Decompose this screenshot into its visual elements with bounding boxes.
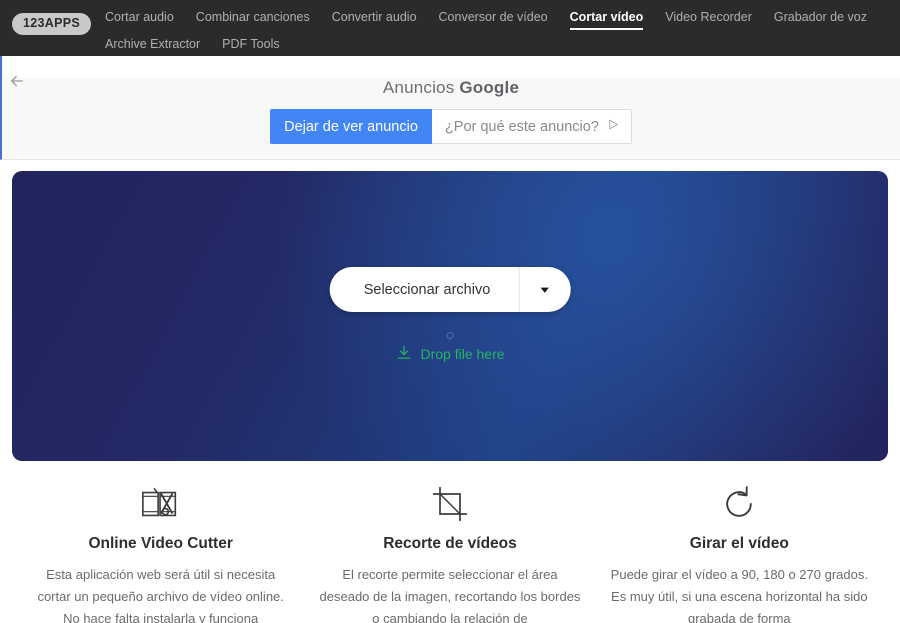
nav-item-convertir-audio[interactable]: Convertir audio xyxy=(332,10,417,30)
chevron-down-icon[interactable] xyxy=(518,267,570,312)
feature-title: Recorte de vídeos xyxy=(383,535,517,552)
feature-title: Girar el vídeo xyxy=(689,535,789,552)
feature-description: Esta aplicación web será útil si necesit… xyxy=(37,567,284,623)
rotate-icon xyxy=(609,483,870,525)
nav-item-archive-extractor[interactable]: Archive Extractor xyxy=(105,37,200,55)
file-dropzone[interactable]: Seleccionar archivo Drop file here xyxy=(12,171,888,461)
feature-description: Puede girar el vídeo a 90, 180 o 270 gra… xyxy=(610,567,868,623)
nav-item-conversor-de-video[interactable]: Conversor de vídeo xyxy=(439,10,548,30)
nav-item-video-recorder[interactable]: Video Recorder xyxy=(665,10,752,30)
ad-buttons-row: Dejar de ver anuncio ¿Por qué este anunc… xyxy=(2,109,900,144)
feature-girar-el-video: Girar el vídeo Puede girar el vídeo a 90… xyxy=(595,483,884,623)
nav-item-cortar-audio[interactable]: Cortar audio xyxy=(105,10,174,30)
feature-online-video-cutter: Online Video Cutter Esta aplicación web … xyxy=(16,483,305,623)
why-this-ad-button[interactable]: ¿Por qué este anuncio? xyxy=(431,109,632,144)
features-section: Online Video Cutter Esta aplicación web … xyxy=(0,461,900,623)
nav-item-pdf-tools[interactable]: PDF Tools xyxy=(222,37,279,55)
dropzone-indicator-dot xyxy=(446,332,454,339)
ad-content: Anuncios Google Dejar de ver anuncio ¿Po… xyxy=(2,66,900,144)
stop-seeing-ad-button[interactable]: Dejar de ver anuncio xyxy=(270,109,432,144)
nav-item-combinar-canciones[interactable]: Combinar canciones xyxy=(196,10,310,30)
feature-description: El recorte permite seleccionar el área d… xyxy=(319,567,581,623)
nav-item-grabador-de-voz[interactable]: Grabador de voz xyxy=(774,10,867,30)
brand-logo[interactable]: 123APPS xyxy=(12,13,91,35)
download-icon xyxy=(395,344,412,364)
drop-file-hint: Drop file here xyxy=(395,344,505,364)
film-scissors-icon xyxy=(30,483,291,525)
nav-item-cortar-video[interactable]: Cortar vídeo xyxy=(569,10,644,30)
arrow-left-icon[interactable] xyxy=(8,72,26,90)
drop-file-label: Drop file here xyxy=(420,346,505,362)
select-file-label: Seleccionar archivo xyxy=(363,281,491,298)
hero-section: Seleccionar archivo Drop file here xyxy=(0,160,900,461)
crop-icon xyxy=(319,483,580,525)
ad-info-icon xyxy=(607,118,620,135)
google-ad-block: Anuncios Google Dejar de ver anuncio ¿Po… xyxy=(0,56,900,160)
ad-title-prefix: Anuncios xyxy=(382,78,460,97)
why-this-ad-label: ¿Por qué este anuncio? xyxy=(444,118,599,135)
nav-items-container: Cortar audio Combinar canciones Converti… xyxy=(105,10,895,55)
feature-recorte-de-videos: Recorte de vídeos El recorte permite sel… xyxy=(305,483,594,623)
top-navigation-bar: 123APPS Cortar audio Combinar canciones … xyxy=(0,0,900,56)
ad-title: Anuncios Google xyxy=(2,78,900,98)
ad-title-brand: Google xyxy=(459,78,520,97)
select-file-button[interactable]: Seleccionar archivo xyxy=(329,267,571,312)
feature-title: Online Video Cutter xyxy=(88,535,233,552)
